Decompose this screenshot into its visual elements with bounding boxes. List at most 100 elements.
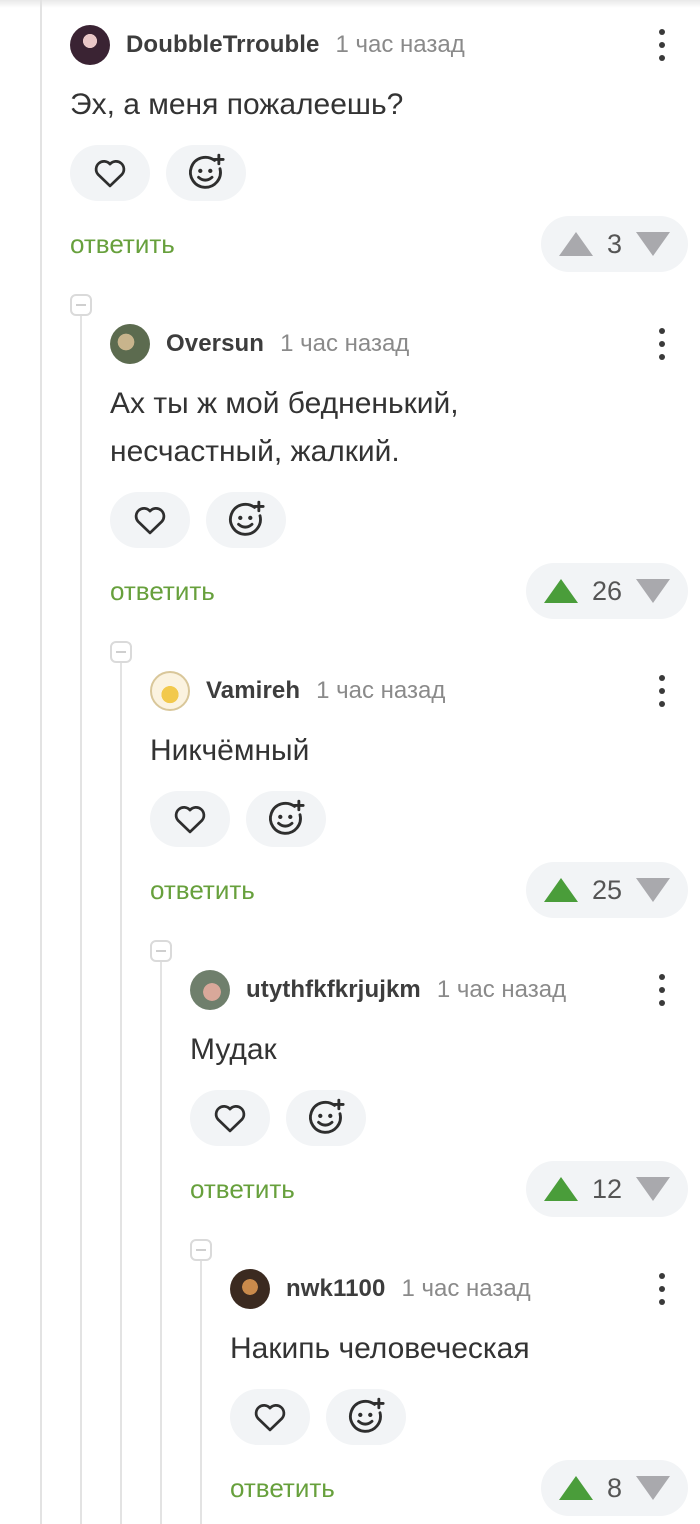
heart-icon	[94, 160, 126, 188]
avatar[interactable]	[150, 671, 190, 711]
comment-header: nwk1100 1 час назад	[230, 1269, 700, 1309]
vote-widget: 3	[540, 216, 688, 272]
comments-thread: DoubbleTrrouble 1 час назад Эх, а меня п…	[0, 0, 700, 1524]
username[interactable]: nwk1100	[286, 1275, 385, 1303]
like-button[interactable]	[190, 1090, 270, 1146]
vote-widget: 25	[525, 862, 688, 918]
more-vertical-icon[interactable]	[650, 673, 674, 709]
comment-text-line: Эх, а меня пожалеешь?	[70, 88, 404, 121]
more-vertical-icon[interactable]	[650, 326, 674, 362]
comment-header: DoubbleTrrouble 1 час назад	[70, 25, 700, 65]
collapse-thread-button[interactable]	[110, 641, 132, 663]
more-vertical-icon[interactable]	[650, 972, 674, 1008]
comment: DoubbleTrrouble 1 час назад Эх, а меня п…	[70, 25, 700, 285]
top-shadow	[0, 0, 700, 8]
thread-line-4	[200, 1261, 202, 1524]
comment: Oversun 1 час назад Ах ты ж мой бедненьк…	[110, 324, 700, 624]
thread-line-0	[40, 0, 42, 1524]
vote-widget: 12	[525, 1161, 688, 1217]
downvote-arrow-icon[interactable]	[636, 1476, 670, 1500]
comment-header: utythfkfkrjujkm 1 час назад	[190, 970, 700, 1010]
minus-square-icon	[196, 1249, 206, 1251]
downvote-arrow-icon[interactable]	[636, 1177, 670, 1201]
reply-link[interactable]: ответить	[110, 576, 215, 607]
comment-text-line: несчастный, жалкий.	[110, 435, 400, 468]
add-reaction-button[interactable]	[166, 145, 246, 201]
like-button[interactable]	[230, 1389, 310, 1445]
minus-square-icon	[156, 950, 166, 952]
comment-header: Oversun 1 час назад	[110, 324, 700, 364]
more-vertical-icon[interactable]	[650, 1271, 674, 1307]
collapse-thread-button[interactable]	[190, 1239, 212, 1261]
add-emoji-icon	[269, 799, 305, 835]
add-emoji-icon	[349, 1397, 385, 1433]
add-emoji-icon	[189, 153, 225, 189]
rating-score: 8	[606, 1472, 622, 1503]
add-reaction-button[interactable]	[286, 1090, 366, 1146]
vote-widget: 8	[540, 1460, 688, 1516]
upvote-arrow-icon[interactable]	[558, 232, 593, 256]
avatar[interactable]	[190, 970, 230, 1010]
add-reaction-button[interactable]	[206, 492, 286, 548]
collapse-thread-button[interactable]	[150, 940, 172, 962]
reply-link[interactable]: ответить	[70, 229, 175, 260]
downvote-arrow-icon[interactable]	[636, 878, 670, 902]
comment: utythfkfkrjujkm 1 час назад Мудак ответи…	[190, 970, 700, 1230]
comment-text: Ах ты ж мой бедненький, несчастный, жалк…	[110, 380, 459, 476]
timestamp: 1 час назад	[335, 31, 465, 58]
avatar[interactable]	[70, 25, 110, 65]
reply-link[interactable]: ответить	[190, 1174, 295, 1205]
comment-text: Эх, а меня пожалеешь?	[70, 81, 403, 129]
collapse-thread-button[interactable]	[70, 294, 92, 316]
comment: Vamireh 1 час назад Никчёмный ответить 2…	[150, 671, 700, 931]
upvote-arrow-icon[interactable]	[543, 878, 578, 902]
rating-score: 12	[591, 1173, 622, 1204]
comment-text-line: Никчёмный	[150, 734, 310, 767]
timestamp: 1 час назад	[401, 1275, 531, 1302]
rating-score: 26	[591, 575, 622, 606]
comment-text-line: Ах ты ж мой бедненький,	[110, 387, 459, 420]
minus-square-icon	[76, 304, 86, 306]
like-button[interactable]	[70, 145, 150, 201]
heart-icon	[254, 1404, 286, 1432]
like-button[interactable]	[110, 492, 190, 548]
comment-header: Vamireh 1 час назад	[150, 671, 700, 711]
comment-text-line: Накипь человеческая	[230, 1332, 530, 1365]
reply-link[interactable]: ответить	[150, 875, 255, 906]
username[interactable]: Oversun	[166, 330, 264, 358]
like-button[interactable]	[150, 791, 230, 847]
downvote-arrow-icon[interactable]	[636, 579, 670, 603]
reply-link[interactable]: ответить	[230, 1473, 335, 1504]
upvote-arrow-icon[interactable]	[543, 1177, 578, 1201]
avatar[interactable]	[110, 324, 150, 364]
rating-score: 3	[606, 228, 622, 259]
thread-line-2	[120, 663, 122, 1524]
timestamp: 1 час назад	[436, 976, 567, 1003]
add-emoji-icon	[229, 500, 265, 536]
thread-line-3	[160, 962, 162, 1524]
comment: nwk1100 1 час назад Накипь человеческая …	[230, 1269, 700, 1524]
comment-text: Никчёмный	[150, 727, 309, 775]
vote-widget: 26	[525, 563, 688, 619]
upvote-arrow-icon[interactable]	[558, 1476, 593, 1500]
add-emoji-icon	[309, 1098, 345, 1134]
minus-square-icon	[116, 651, 126, 653]
heart-icon	[214, 1105, 246, 1133]
add-reaction-button[interactable]	[246, 791, 326, 847]
rating-score: 25	[591, 874, 622, 905]
comment-text: Мудак	[190, 1026, 277, 1074]
comment-text: Накипь человеческая	[230, 1325, 530, 1373]
downvote-arrow-icon[interactable]	[636, 232, 670, 256]
username[interactable]: utythfkfkrjujkm	[246, 976, 421, 1004]
comment-text-line: Мудак	[190, 1033, 277, 1066]
avatar[interactable]	[230, 1269, 270, 1309]
heart-icon	[134, 507, 166, 535]
upvote-arrow-icon[interactable]	[543, 579, 578, 603]
username[interactable]: Vamireh	[206, 677, 300, 705]
more-vertical-icon[interactable]	[650, 27, 674, 63]
username[interactable]: DoubbleTrrouble	[126, 31, 320, 59]
timestamp: 1 час назад	[280, 330, 410, 357]
timestamp: 1 час назад	[316, 677, 446, 704]
add-reaction-button[interactable]	[326, 1389, 406, 1445]
thread-line-1	[80, 315, 82, 1524]
